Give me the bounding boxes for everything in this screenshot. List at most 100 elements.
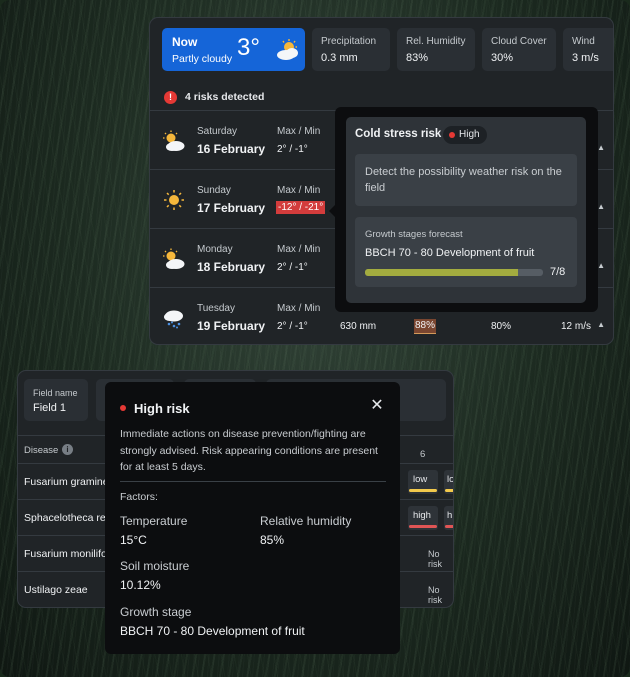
risk-indicator: [409, 489, 437, 492]
cloud-cover-stat: Cloud Cover 30%: [482, 28, 556, 71]
day-name: Sunday: [197, 185, 231, 196]
soil-moisture-value: 10.12%: [120, 578, 161, 592]
wind-direction-icon: ▲: [597, 143, 605, 152]
humidity-cell-highlighted: 88%: [414, 319, 437, 334]
relative-humidity-value: 85%: [260, 533, 285, 547]
temperature-value: 15°C: [120, 533, 147, 547]
risk-summary-text: 4 risks detected: [185, 91, 265, 103]
growth-progress-count: 7/8: [550, 266, 566, 278]
growth-stage-forecast: Growth stages forecast BBCH 70 - 80 Deve…: [355, 217, 577, 287]
alert-icon: !: [164, 91, 177, 104]
day-date: 19 February: [197, 319, 266, 333]
wind-direction-icon: ▲: [597, 261, 605, 270]
severity-badge: High: [443, 126, 487, 144]
high-risk-title: High risk: [134, 401, 190, 416]
precipitation-stat: Precipitation 0.3 mm: [312, 28, 390, 71]
now-label: Now: [172, 35, 198, 49]
day-date: 16 February: [197, 142, 266, 156]
cold-stress-tooltip: Cold stress risk High Detect the possibi…: [329, 107, 598, 312]
maxmin-label: Max / Min: [277, 244, 321, 255]
no-risk-label: No risk: [428, 585, 442, 605]
disease-column-label: Disease: [24, 445, 59, 456]
day-name: Saturday: [197, 126, 238, 137]
close-icon[interactable]: ✕: [369, 398, 385, 414]
growth-stage-label: Growth stage: [120, 605, 192, 619]
field-selector[interactable]: Field name Field 1: [24, 379, 88, 421]
high-risk-tooltip: High risk ✕ Immediate actions on disease…: [105, 382, 400, 654]
wind-label: Wind: [572, 36, 595, 47]
high-risk-description: Immediate actions on disease prevention/…: [120, 428, 378, 473]
maxmin-label: Max / Min: [277, 126, 321, 137]
maxmin-label: Max / Min: [277, 303, 321, 314]
growth-progress-track: [365, 269, 543, 276]
no-risk-label: No risk: [428, 549, 442, 569]
day-column-6: 6: [420, 449, 426, 460]
wind-cell: 12 m/s: [561, 321, 592, 332]
day-name: Tuesday: [197, 303, 235, 314]
sun-icon: [164, 190, 184, 210]
disease-name: Ustilago zeae: [24, 584, 88, 596]
now-temperature: 3°: [237, 34, 260, 61]
maxmin-value-highlighted: -12° / -21°: [276, 201, 326, 214]
humidity-label: Rel. Humidity: [406, 36, 466, 47]
day-date: 18 February: [197, 260, 266, 274]
wind-value: 3 m/s: [572, 52, 599, 64]
wind-direction-icon: ▲: [597, 320, 605, 329]
risk-level: low: [413, 474, 428, 485]
disease-name: Fusarium monilifo: [24, 548, 107, 560]
now-condition: Partly cloudy: [172, 53, 233, 65]
risk-cell-low[interactable]: lo: [444, 470, 454, 494]
cloud-cover-value: 30%: [491, 52, 514, 64]
severity-dot: [120, 405, 126, 411]
humidity-stat: Rel. Humidity 83%: [397, 28, 475, 71]
field-name-label: Field name: [33, 388, 78, 398]
cloud-cover-label: Cloud Cover: [491, 36, 547, 47]
partly-cloudy-icon: [277, 39, 298, 60]
current-weather-card[interactable]: Now Partly cloudy 3°: [162, 28, 305, 71]
risk-indicator: [409, 525, 437, 528]
divider: [120, 481, 386, 482]
maxmin-value: 2° / -1°: [277, 144, 308, 155]
temperature-label: Temperature: [120, 514, 188, 528]
day-date: 17 February: [197, 201, 266, 215]
growth-stage-value: BBCH 70 - 80 Development of fruit: [120, 624, 305, 638]
precipitation-value: 0.3 mm: [321, 52, 358, 64]
cold-stress-description: Detect the possibility weather risk on t…: [355, 154, 577, 206]
growth-progress-fill: [365, 269, 518, 276]
severity-label: High: [459, 129, 480, 140]
precipitation-cell: 630 mm: [340, 321, 377, 332]
precipitation-label: Precipitation: [321, 36, 377, 47]
maxmin-value: 2° / -1°: [277, 262, 308, 273]
growth-forecast-label: Growth stages forecast: [365, 229, 463, 240]
risk-cell-low[interactable]: low: [408, 470, 438, 494]
risk-cell-high[interactable]: h: [444, 506, 453, 530]
day-name: Monday: [197, 244, 233, 255]
partly-cloudy-icon: [163, 130, 185, 151]
risk-level: lo: [447, 474, 454, 485]
risk-level: high: [413, 510, 431, 521]
disease-name: Fusarium gramine: [24, 476, 109, 488]
growth-forecast-value: BBCH 70 - 80 Development of fruit: [365, 247, 535, 259]
disease-name: Sphacelotheca rei: [24, 512, 109, 524]
relative-humidity-label: Relative humidity: [260, 514, 352, 528]
risk-level: h: [447, 510, 453, 521]
risk-indicator: [445, 489, 453, 492]
cloud-cover-cell: 80%: [491, 321, 512, 332]
risk-indicator: [445, 525, 453, 528]
cold-stress-title: Cold stress risk: [355, 128, 442, 140]
risk-cell-high[interactable]: high: [408, 506, 438, 530]
severity-dot: [449, 132, 455, 138]
maxmin-value: 2° / -1°: [277, 321, 308, 332]
rain-icon: [164, 310, 183, 329]
wind-stat: Wind 3 m/s: [563, 28, 613, 71]
partly-cloudy-icon: [163, 248, 185, 269]
soil-moisture-label: Soil moisture: [120, 559, 190, 573]
factors-label: Factors:: [120, 491, 158, 503]
humidity-value: 83%: [406, 52, 429, 64]
maxmin-label: Max / Min: [277, 185, 321, 196]
tooltip-pointer: [329, 205, 335, 217]
wind-direction-icon: ▲: [597, 202, 605, 211]
info-icon[interactable]: i: [62, 444, 73, 455]
field-name-value: Field 1: [33, 402, 67, 414]
cold-stress-card: Cold stress risk High Detect the possibi…: [346, 117, 586, 303]
